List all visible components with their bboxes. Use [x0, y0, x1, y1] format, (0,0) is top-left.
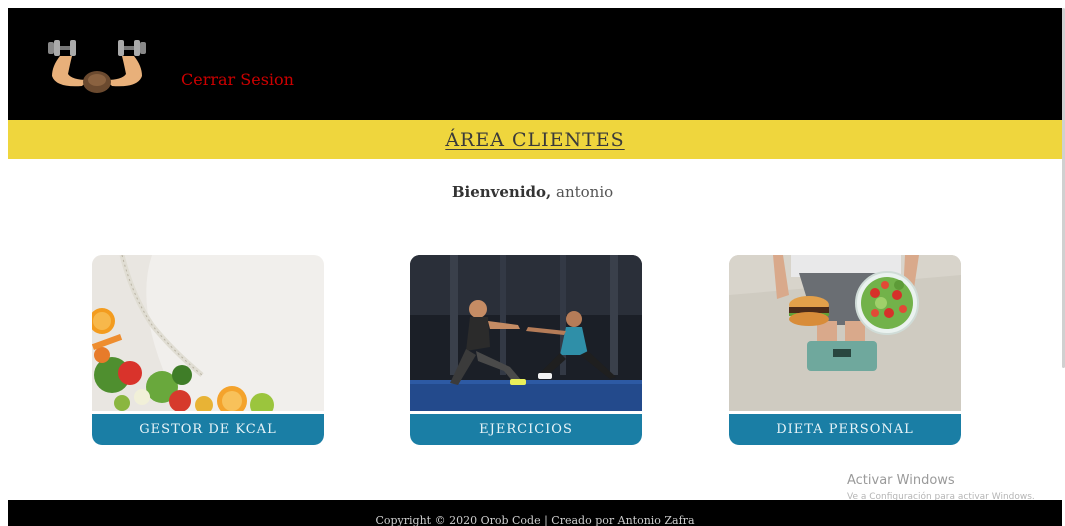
- footer-copyright: Copyright © 2020 Orob Code | Creado por …: [375, 514, 695, 526]
- card-dieta-personal[interactable]: DIETA PERSONAL: [729, 255, 961, 445]
- footer: Copyright © 2020 Orob Code | Creado por …: [8, 500, 1062, 526]
- card-ejercicios[interactable]: EJERCICIOS: [410, 255, 642, 445]
- card-gestor-kcal[interactable]: GESTOR DE KCAL: [92, 255, 324, 445]
- logo-muscle-arms-icon[interactable]: [42, 36, 152, 96]
- section-title-link[interactable]: ÁREA CLIENTES: [8, 129, 1062, 151]
- card-button-ejercicios[interactable]: EJERCICIOS: [410, 414, 642, 445]
- top-border: [0, 0, 1065, 8]
- top-header: Cerrar Sesion: [8, 8, 1062, 120]
- card-button-gestor-kcal[interactable]: GESTOR DE KCAL: [92, 414, 324, 445]
- diet-scale-image: [729, 255, 961, 411]
- logout-link[interactable]: Cerrar Sesion: [181, 70, 294, 89]
- welcome-message: Bienvenido, antonio: [0, 183, 1065, 201]
- healthy-food-image: [92, 255, 324, 411]
- section-bar: ÁREA CLIENTES: [8, 120, 1062, 159]
- welcome-greeting: Bienvenido,: [451, 183, 552, 201]
- watermark-title: Activar Windows: [847, 473, 955, 488]
- welcome-username: antonio: [556, 183, 614, 201]
- card-button-dieta-personal[interactable]: DIETA PERSONAL: [729, 414, 961, 445]
- page: Cerrar Sesion ÁREA CLIENTES Bienvenido, …: [0, 0, 1065, 526]
- windows-activation-watermark: Activar Windows Ve a Configuración para …: [847, 473, 1035, 502]
- workout-couple-image: [410, 255, 642, 411]
